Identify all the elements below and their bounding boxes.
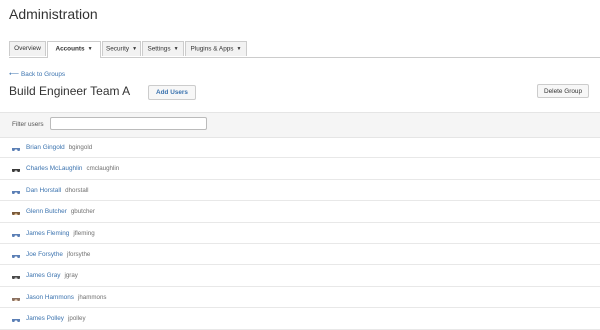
user-icon	[12, 319, 20, 323]
chevron-down-icon: ▼	[87, 46, 93, 52]
user-username: dhorstall	[65, 186, 89, 194]
avatar	[12, 143, 20, 151]
user-icon	[12, 233, 20, 237]
user-name-link[interactable]: Brian Gingold bgingold	[26, 144, 92, 151]
add-users-button[interactable]: Add Users	[148, 85, 196, 100]
list-item: James Fleming jfleming	[0, 223, 600, 244]
user-icon	[12, 148, 20, 151]
user-name: James Polley	[26, 315, 65, 323]
tab-bar: Overview Accounts ▼ Security ▼ Settings ▼ P…	[9, 40, 600, 58]
list-item: Jason Hammons jhammons	[0, 287, 600, 309]
avatar	[12, 271, 20, 280]
tab-plugins-apps[interactable]: Plugins & Apps ▼	[185, 41, 247, 56]
user-username: jpolley	[68, 315, 86, 323]
user-name: Jason Hammons	[26, 293, 74, 301]
user-username: jforsythe	[66, 250, 91, 258]
user-name-link[interactable]: Jason Hammons jhammons	[26, 294, 107, 301]
page-title: Administration	[9, 6, 98, 22]
user-name-link[interactable]: James Fleming jfleming	[26, 230, 95, 237]
user-name: Dan Horstall	[26, 186, 62, 194]
tab-label: Plugins & Apps	[190, 45, 234, 53]
list-item: James Gray jgray	[0, 265, 600, 287]
user-name-link[interactable]: Joe Forsythe jforsythe	[26, 251, 90, 258]
tab-label: Settings	[147, 45, 171, 53]
avatar	[12, 229, 20, 237]
tab-settings[interactable]: Settings ▼	[142, 41, 184, 56]
list-item: Glenn Butcher gbutcher	[0, 201, 600, 223]
filter-label: Filter users	[12, 121, 44, 128]
user-list: Brian Gingold bgingold Charles McLaughlin…	[0, 137, 600, 330]
chevron-down-icon: ▼	[236, 46, 242, 52]
user-name: James Fleming	[26, 229, 70, 237]
user-icon	[12, 190, 20, 194]
chevron-down-icon: ▼	[173, 46, 179, 52]
list-item: Dan Horstall dhorstall	[0, 180, 600, 202]
user-icon	[12, 169, 20, 173]
user-username: jgray	[64, 272, 78, 280]
delete-group-button[interactable]: Delete Group	[537, 84, 589, 98]
user-name-link[interactable]: James Gray jgray	[26, 272, 78, 279]
avatar	[12, 314, 20, 323]
user-name-link[interactable]: Dan Horstall dhorstall	[26, 187, 89, 194]
user-name-link[interactable]: Glenn Butcher gbutcher	[26, 208, 95, 215]
user-username: jfleming	[73, 229, 95, 237]
user-icon	[12, 212, 20, 216]
avatar	[12, 207, 20, 216]
list-item: Joe Forsythe jforsythe	[0, 244, 600, 266]
user-name: Glenn Butcher	[26, 208, 67, 216]
user-name: Joe Forsythe	[26, 250, 63, 258]
back-to-groups-link[interactable]: ⟵ Back to Groups	[9, 70, 65, 78]
back-arrow-icon: ⟵	[9, 71, 20, 78]
tab-overview[interactable]: Overview	[9, 41, 46, 56]
user-icon	[12, 254, 20, 258]
user-name: Brian Gingold	[26, 144, 65, 151]
list-item: James Polley jpolley	[0, 308, 600, 330]
user-username: jhammons	[77, 293, 107, 301]
user-name-link[interactable]: Charles McLaughlin cmclaughlin	[26, 165, 119, 172]
avatar	[12, 164, 20, 173]
back-link-label: Back to Groups	[21, 71, 66, 78]
user-name-link[interactable]: James Polley jpolley	[26, 315, 86, 322]
filter-bar: Filter users	[0, 112, 600, 138]
avatar	[12, 250, 20, 258]
user-icon	[12, 276, 20, 280]
user-username: cmclaughlin	[86, 165, 120, 173]
filter-users-input[interactable]	[50, 117, 207, 130]
list-item: Brian Gingold bgingold	[0, 137, 600, 159]
group-title: Build Engineer Team A	[9, 84, 131, 98]
user-username: bgingold	[68, 144, 93, 151]
chevron-down-icon: ▼	[132, 46, 138, 52]
user-icon	[12, 297, 20, 301]
list-item: Charles McLaughlin cmclaughlin	[0, 158, 600, 180]
tab-label: Overview	[14, 45, 41, 52]
tab-accounts[interactable]: Accounts ▼	[47, 41, 101, 58]
avatar	[12, 293, 20, 301]
avatar	[12, 186, 20, 194]
tab-label: Security	[105, 45, 130, 53]
user-name: James Gray	[26, 272, 61, 280]
user-name: Charles McLaughlin	[26, 165, 83, 173]
tab-security[interactable]: Security ▼	[102, 41, 141, 56]
tab-label: Accounts	[55, 45, 85, 53]
user-username: gbutcher	[70, 208, 95, 216]
